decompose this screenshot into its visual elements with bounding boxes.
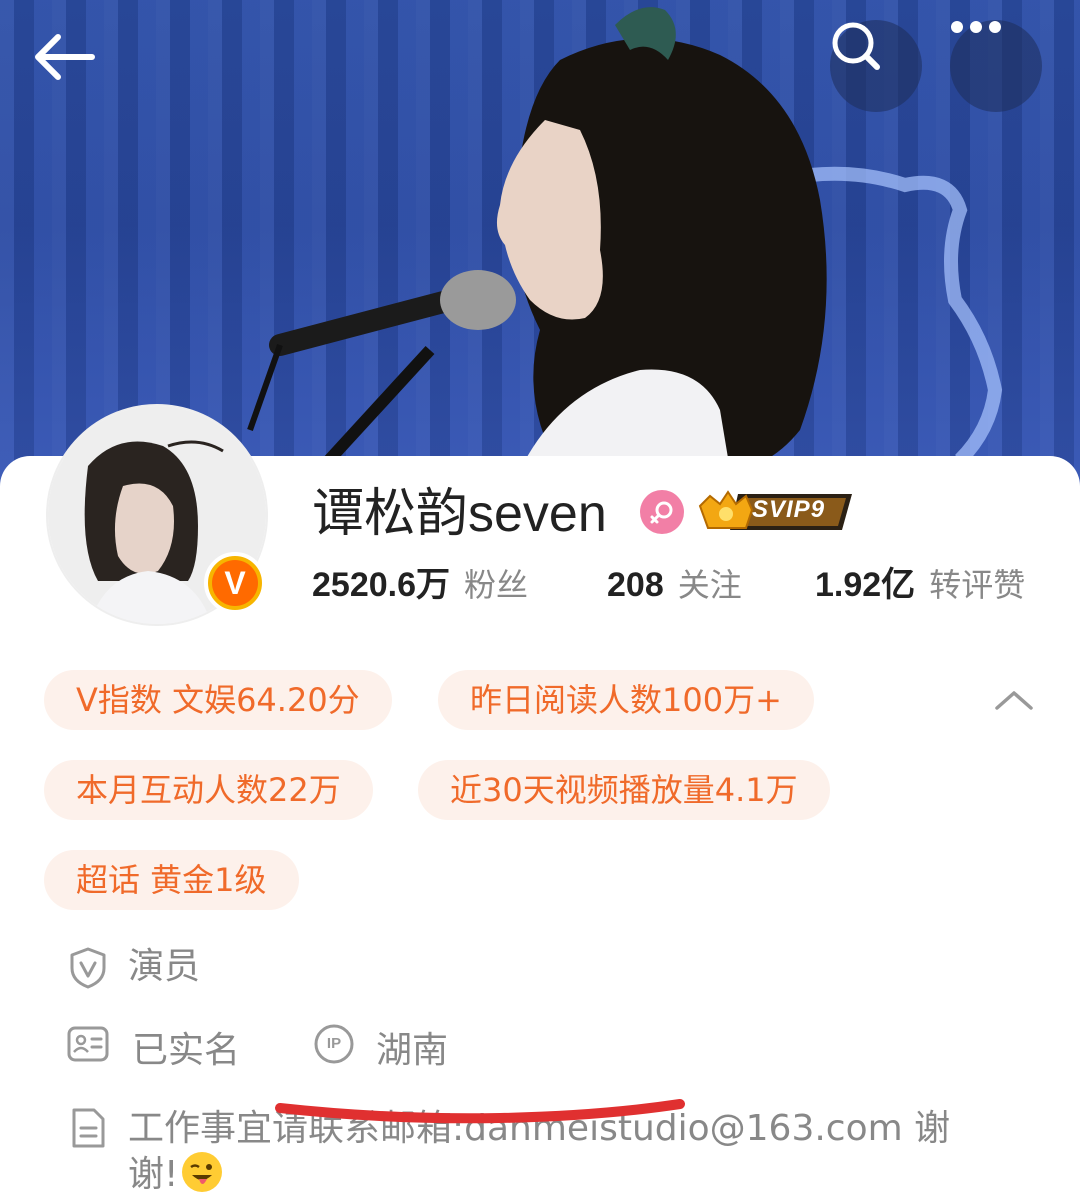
- vip-level-label: SVIP9: [752, 496, 826, 523]
- tag-daily-readers[interactable]: 昨日阅读人数100万+: [438, 670, 814, 730]
- red-strike-annotation: [275, 1099, 685, 1124]
- stat-fans[interactable]: 2520.6万 粉丝: [312, 562, 528, 608]
- document-icon: [66, 1106, 110, 1150]
- ip-badge-label: IP: [326, 1035, 342, 1052]
- tag-supertopic-level[interactable]: 超话 黄金1级: [44, 850, 299, 910]
- real-name-status: 已实名: [132, 1030, 241, 1071]
- occupation-text: 演员: [128, 946, 201, 987]
- stat-label: 粉丝: [464, 566, 529, 604]
- profile-name: 谭松韵seven: [312, 485, 607, 543]
- stat-value: 208: [607, 566, 664, 604]
- tag-v-index[interactable]: V指数 文娱64.20分: [44, 670, 392, 730]
- arrow-left-icon: [35, 34, 95, 80]
- ip-location-text: 湖南: [376, 1030, 449, 1071]
- more-dots-icon: [951, 21, 1001, 33]
- stat-value: 2520.6万: [312, 566, 450, 604]
- search-button[interactable]: [830, 20, 922, 112]
- search-icon: [832, 22, 880, 70]
- stat-label: 关注: [677, 566, 742, 604]
- tag-video-views[interactable]: 近30天视频播放量4.1万: [418, 760, 830, 820]
- female-icon: [640, 490, 684, 534]
- stat-label: 转评赞: [929, 566, 1026, 604]
- stat-following[interactable]: 208 关注: [607, 562, 742, 608]
- verified-badge: V: [204, 552, 266, 614]
- stat-interactions[interactable]: 1.92亿 转评赞: [815, 562, 1025, 608]
- id-card-icon: [66, 1022, 110, 1066]
- back-button[interactable]: [30, 32, 110, 102]
- chevron-up-icon: [995, 691, 1033, 710]
- ip-location-icon: IP: [312, 1022, 356, 1066]
- collapse-tags-button[interactable]: [988, 676, 1040, 724]
- shield-v-icon: [66, 946, 110, 990]
- more-button[interactable]: [950, 20, 1042, 112]
- verified-v-icon: V: [212, 560, 258, 606]
- tag-monthly-interactions[interactable]: 本月互动人数22万: [44, 760, 373, 820]
- wink-tongue-emoji-icon: [182, 1152, 223, 1192]
- stat-value: 1.92亿: [815, 566, 916, 604]
